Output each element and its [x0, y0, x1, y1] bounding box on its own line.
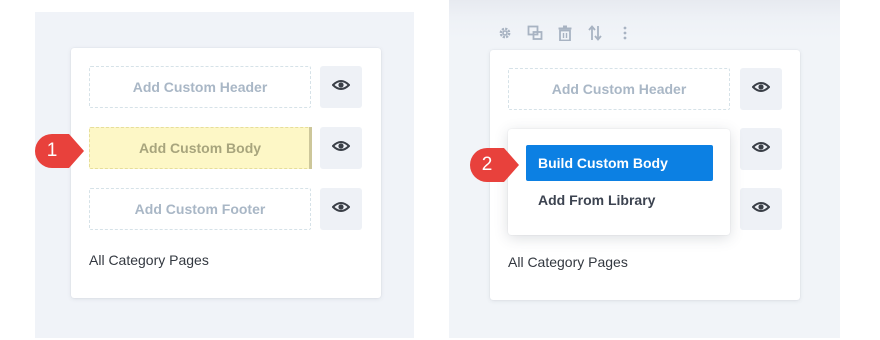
step-badge-2: 2	[469, 145, 519, 185]
trash-icon[interactable]	[557, 25, 573, 41]
gear-icon[interactable]	[497, 25, 513, 41]
eye-icon	[331, 139, 351, 158]
footer-visibility-toggle[interactable]	[740, 188, 782, 230]
add-custom-header-slot[interactable]: Add Custom Header	[508, 68, 730, 110]
sort-icon[interactable]	[587, 25, 603, 41]
build-custom-body-option[interactable]: Build Custom Body	[526, 145, 713, 181]
duplicate-icon[interactable]	[527, 25, 543, 41]
template-assignment-label: All Category Pages	[89, 252, 209, 268]
eye-icon	[751, 200, 771, 219]
body-visibility-toggle[interactable]	[320, 127, 362, 169]
add-custom-header-slot[interactable]: Add Custom Header	[89, 66, 311, 108]
add-from-library-option[interactable]: Add From Library	[526, 182, 713, 218]
footer-visibility-toggle[interactable]	[320, 188, 362, 230]
more-icon[interactable]	[617, 25, 633, 41]
add-custom-footer-slot[interactable]: Add Custom Footer	[89, 188, 311, 230]
eye-icon	[331, 78, 351, 97]
template-toolbar	[497, 23, 647, 43]
step-badge-1: 1	[34, 131, 84, 171]
eye-icon	[331, 200, 351, 219]
body-visibility-toggle[interactable]	[740, 128, 782, 170]
eye-icon	[751, 140, 771, 159]
header-visibility-toggle[interactable]	[320, 66, 362, 108]
add-body-dropdown-menu: Build Custom Body Add From Library	[508, 129, 730, 235]
header-visibility-toggle[interactable]	[740, 68, 782, 110]
add-custom-body-slot[interactable]: Add Custom Body	[89, 126, 312, 169]
eye-icon	[751, 80, 771, 99]
template-assignment-label: All Category Pages	[508, 254, 628, 270]
